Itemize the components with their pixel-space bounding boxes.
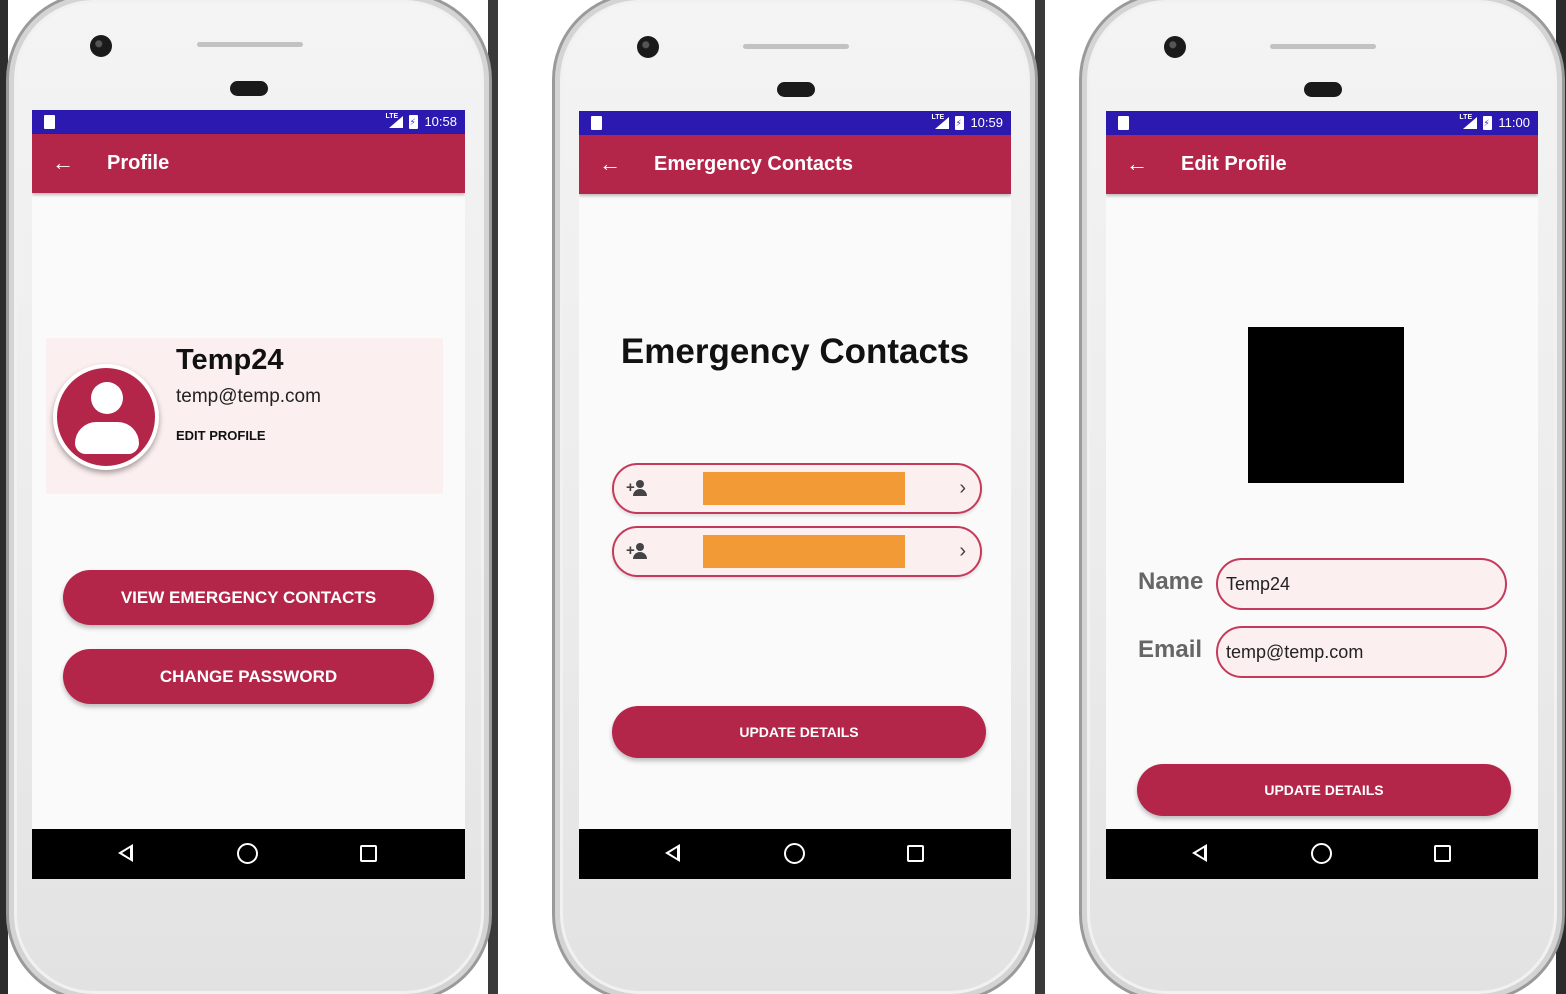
nav-back-icon[interactable]: [118, 844, 133, 862]
avatar-icon[interactable]: [53, 364, 159, 470]
update-details-button[interactable]: UPDATE DETAILS: [1137, 764, 1511, 816]
network-type: LTE: [385, 112, 399, 120]
signal-icon: LTE: [385, 113, 404, 128]
page-title: Emergency Contacts: [654, 153, 853, 175]
network-type: LTE: [931, 113, 945, 121]
sd-card-icon: [1118, 116, 1129, 130]
page-title: Profile: [107, 152, 170, 174]
battery-icon: [955, 115, 965, 130]
front-camera: [90, 35, 112, 57]
earpiece: [777, 82, 815, 97]
speaker-grille: [197, 42, 303, 47]
sd-card-icon: [591, 116, 602, 130]
status-bar: LTE 10:58: [32, 110, 465, 134]
status-bar: LTE 11:00: [1106, 111, 1538, 135]
earpiece: [1304, 82, 1342, 97]
add-person-icon: +: [626, 542, 650, 560]
edit-profile-link[interactable]: EDIT PROFILE: [176, 428, 266, 443]
clock: 11:00: [1498, 115, 1530, 130]
navigation-bar: [1106, 829, 1538, 879]
redacted-contact: [703, 535, 905, 568]
change-password-button[interactable]: CHANGE PASSWORD: [63, 649, 434, 704]
screen-emergency-contacts: LTE 10:59 ← Emergency Contacts Emergency…: [579, 111, 1011, 879]
app-bar: ← Emergency Contacts: [579, 135, 1011, 194]
section-heading: Emergency Contacts: [620, 332, 970, 371]
back-arrow-icon[interactable]: ←: [1126, 153, 1148, 175]
nav-home-icon[interactable]: [1311, 843, 1332, 864]
app-bar: ← Edit Profile: [1106, 135, 1538, 194]
app-bar: ← Profile: [32, 134, 465, 193]
speaker-grille: [1270, 44, 1376, 49]
profile-photo[interactable]: [1248, 327, 1404, 483]
battery-icon: [1483, 115, 1493, 130]
chevron-right-icon: ›: [959, 540, 966, 562]
profile-name: Temp24: [176, 344, 284, 376]
screen-edit-profile: LTE 11:00 ← Edit Profile Name Email UPDA…: [1106, 111, 1538, 879]
contact-row-1[interactable]: + ›: [612, 463, 982, 514]
email-label: Email: [1138, 636, 1203, 663]
earpiece: [230, 81, 268, 96]
nav-recents-icon[interactable]: [360, 845, 377, 862]
nav-back-icon[interactable]: [1192, 844, 1207, 862]
screen-profile: LTE 10:58 ← Profile Temp24 temp@temp.com…: [32, 110, 465, 879]
redacted-contact: [703, 472, 905, 505]
front-camera: [1164, 36, 1186, 58]
back-arrow-icon[interactable]: ←: [599, 153, 621, 175]
front-camera: [637, 36, 659, 58]
signal-icon: LTE: [931, 114, 950, 129]
update-details-button[interactable]: UPDATE DETAILS: [612, 706, 986, 758]
navigation-bar: [32, 829, 465, 879]
signal-icon: LTE: [1459, 114, 1478, 129]
clock: 10:58: [424, 114, 457, 129]
contact-row-2[interactable]: + ›: [612, 526, 982, 577]
nav-recents-icon[interactable]: [1434, 845, 1451, 862]
name-field[interactable]: [1216, 558, 1507, 610]
profile-email: temp@temp.com: [176, 386, 321, 407]
view-emergency-contacts-button[interactable]: VIEW EMERGENCY CONTACTS: [63, 570, 434, 625]
nav-recents-icon[interactable]: [907, 845, 924, 862]
network-type: LTE: [1459, 113, 1473, 121]
navigation-bar: [579, 829, 1011, 879]
add-person-icon: +: [626, 479, 650, 497]
clock: 10:59: [970, 115, 1003, 130]
email-field[interactable]: [1216, 626, 1507, 678]
nav-back-icon[interactable]: [665, 844, 680, 862]
back-arrow-icon[interactable]: ←: [52, 152, 74, 174]
nav-home-icon[interactable]: [784, 843, 805, 864]
status-bar: LTE 10:59: [579, 111, 1011, 135]
chevron-right-icon: ›: [959, 477, 966, 499]
sd-card-icon: [44, 115, 55, 129]
nav-home-icon[interactable]: [237, 843, 258, 864]
battery-icon: [409, 114, 419, 129]
speaker-grille: [743, 44, 849, 49]
name-label: Name: [1138, 568, 1204, 595]
page-title: Edit Profile: [1181, 153, 1287, 175]
